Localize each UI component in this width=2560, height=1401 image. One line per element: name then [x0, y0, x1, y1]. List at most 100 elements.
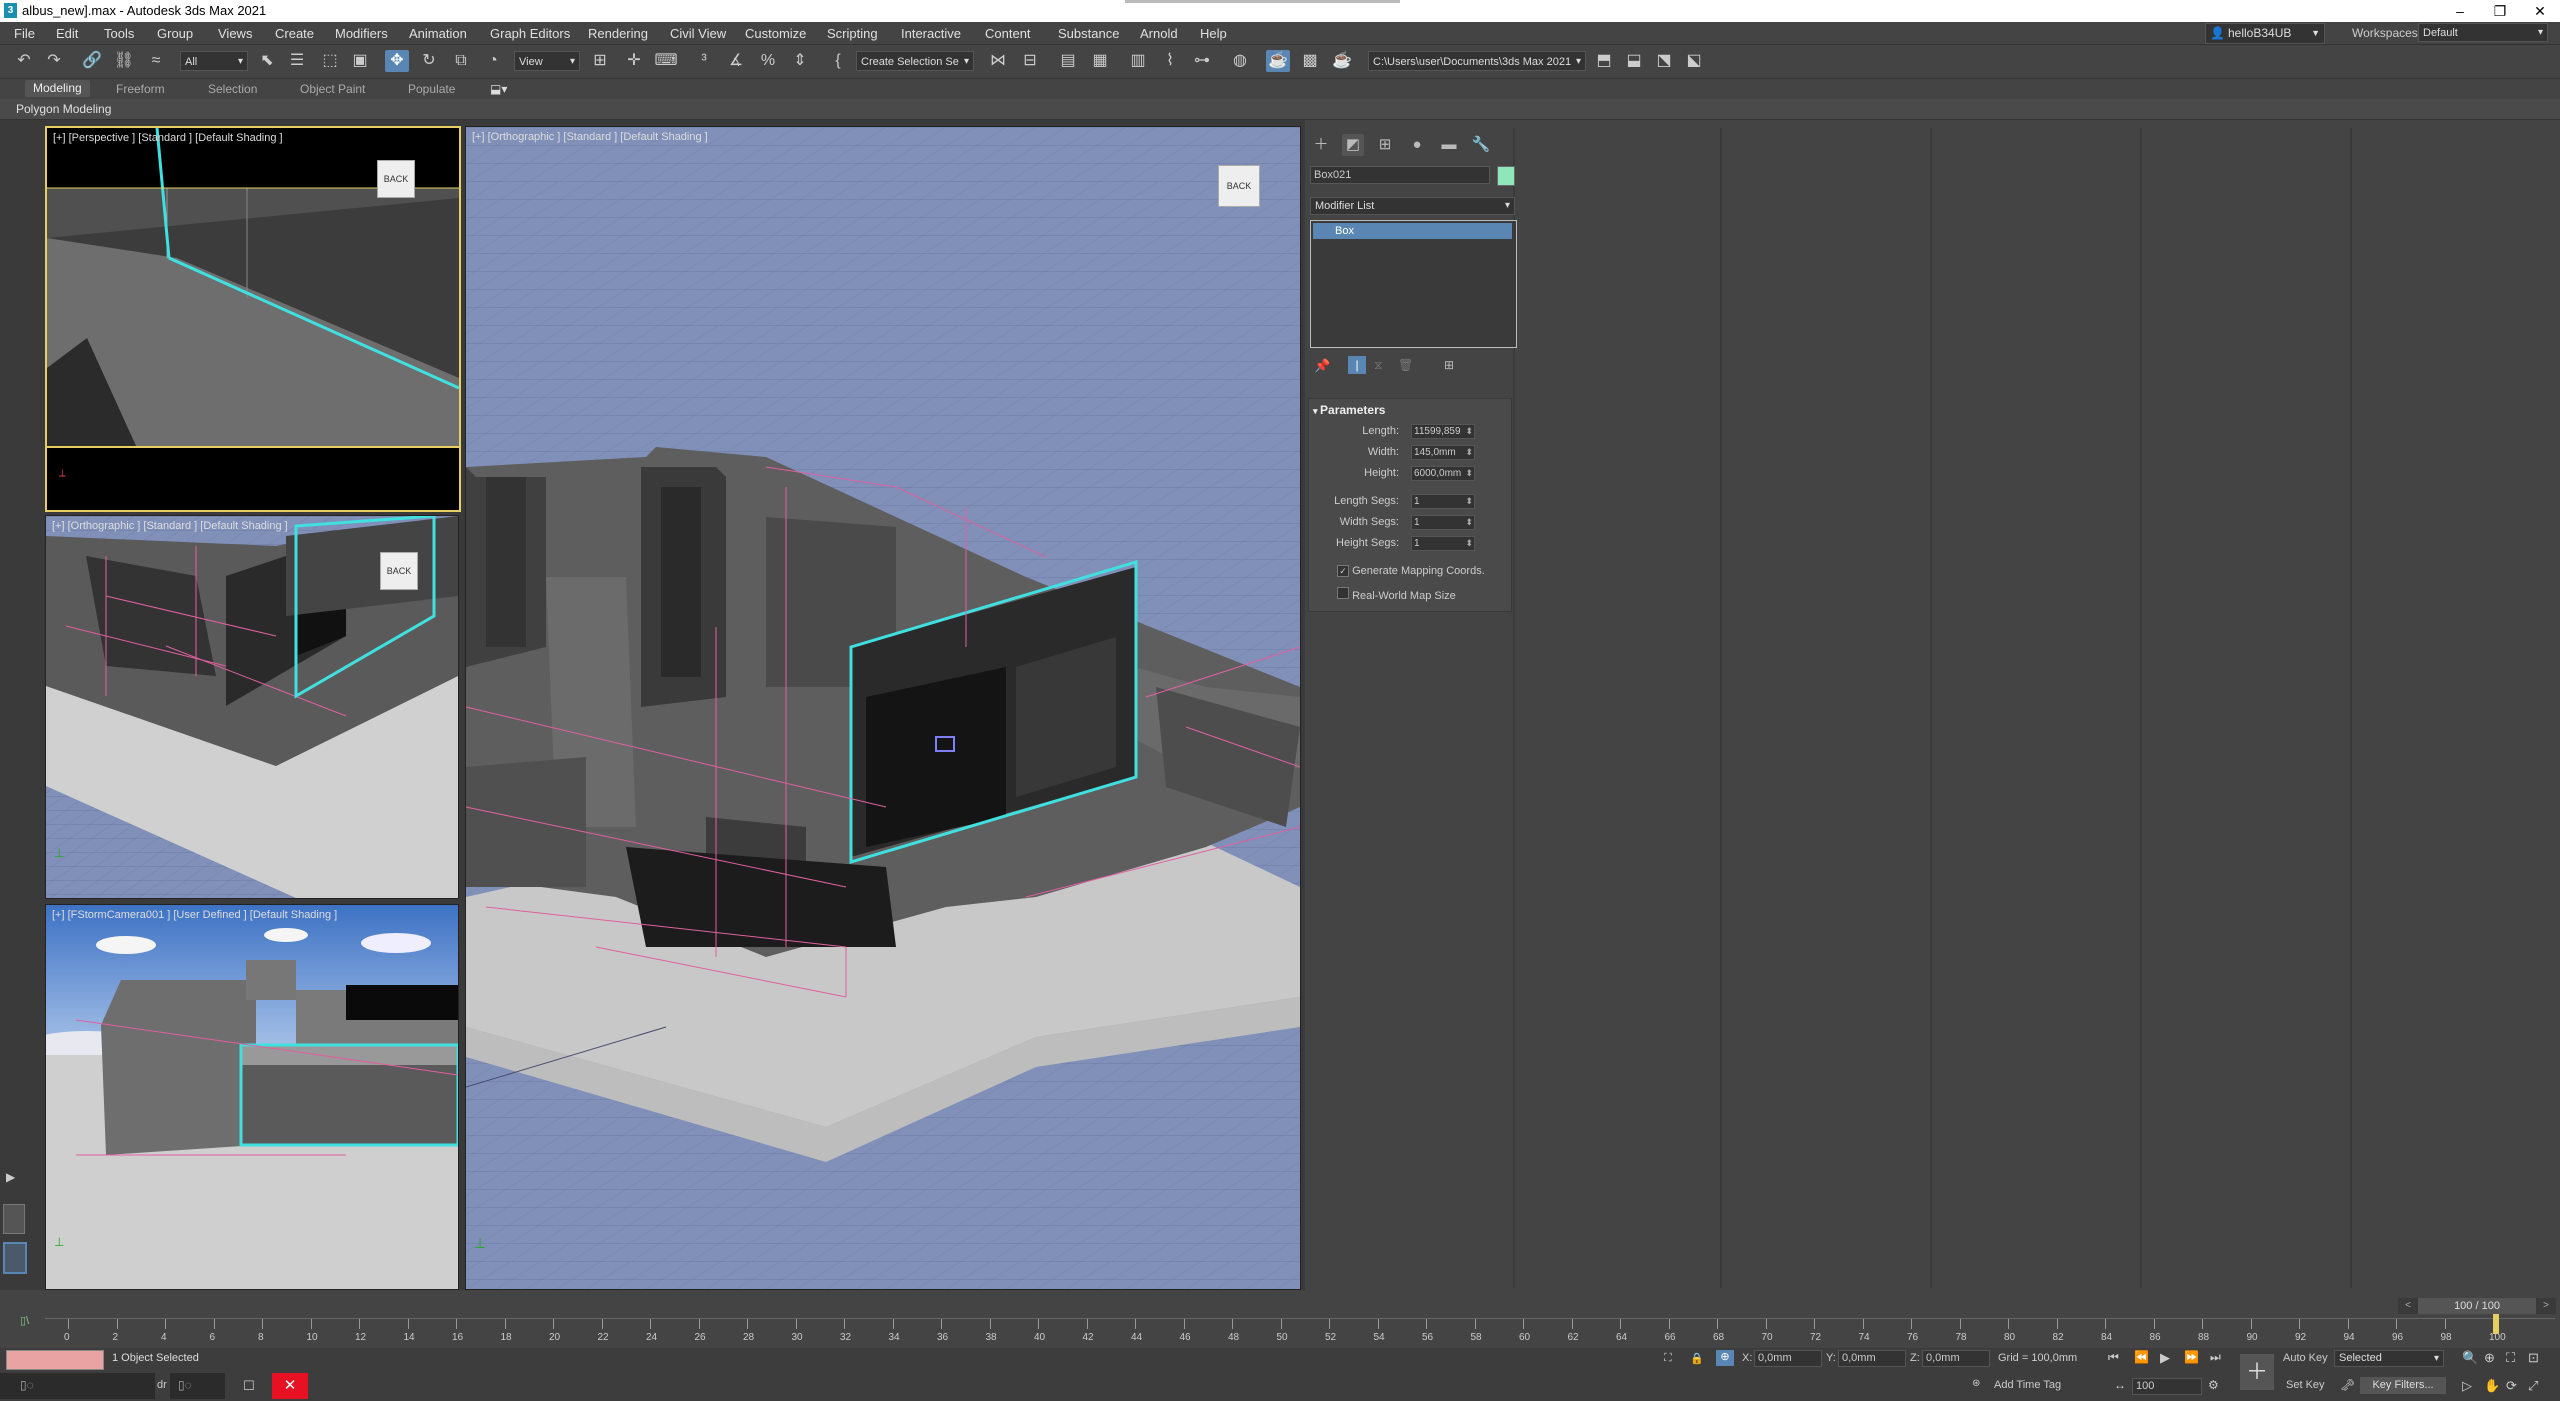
time-config-icon[interactable]: ↔ [2114, 1378, 2126, 1392]
rollout-header[interactable]: ▾ Parameters [1313, 403, 1385, 417]
set-key-mode-button[interactable]: Set Key [2286, 1379, 2325, 1391]
snaps-toggle-icon[interactable]: ³ [692, 50, 716, 72]
width-segs-spinner[interactable]: 1 [1411, 515, 1475, 530]
material-editor-icon[interactable]: ◍ [1228, 50, 1252, 72]
height-spinner[interactable]: 6000,0mm [1411, 466, 1475, 481]
modify-icon[interactable]: ◩ [1342, 134, 1364, 156]
schematic-view-icon[interactable]: ⊶ [1190, 50, 1214, 72]
field-of-view-icon[interactable]: ▷ [2462, 1378, 2472, 1394]
maximize-button[interactable]: ❐ [2480, 0, 2520, 22]
undo-icon[interactable]: ↶ [12, 50, 36, 72]
menu-file[interactable]: File [14, 26, 35, 41]
ribbon-tab-object-paint[interactable]: Object Paint [300, 82, 365, 96]
modifier-stack-item-box[interactable]: Box [1313, 223, 1512, 239]
menu-edit[interactable]: Edit [56, 26, 78, 41]
project-icon-3[interactable]: ⬔ [1652, 50, 1676, 72]
menu-graph-editors[interactable]: Graph Editors [490, 26, 570, 41]
close-button[interactable]: ✕ [2520, 0, 2560, 22]
scale-icon[interactable]: ⧉ [449, 50, 473, 72]
rotate-icon[interactable]: ↻ [417, 50, 441, 72]
width-spinner[interactable]: 145,0mm [1411, 445, 1475, 460]
viewport-camera[interactable]: [+] [FStormCamera001 ] [User Defined ] [… [45, 904, 459, 1290]
select-by-name-icon[interactable]: ☰ [285, 50, 309, 72]
place-icon[interactable]: ◔ [481, 50, 505, 72]
menu-content[interactable]: Content [985, 26, 1031, 41]
modifier-list-dropdown[interactable]: Modifier List [1310, 197, 1515, 215]
curve-editor-icon[interactable]: ⌇ [1158, 50, 1182, 72]
viewport-perspective[interactable]: [+] [Perspective ] [Standard ] [Default … [45, 126, 461, 512]
current-frame-marker[interactable] [2493, 1314, 2499, 1334]
zoom-extents-all-icon[interactable]: ⊡ [2528, 1350, 2539, 1366]
show-end-result-icon[interactable]: | [1348, 356, 1366, 374]
y-coordinate-field[interactable]: 0,0mm [1838, 1350, 1906, 1367]
reference-coordinate-dropdown[interactable]: View [514, 51, 580, 72]
percent-snap-icon[interactable]: % [756, 50, 780, 72]
add-time-tag-button[interactable]: Add Time Tag [1994, 1379, 2061, 1391]
viewcube-icon[interactable]: BACK [380, 552, 418, 590]
viewcube-icon[interactable]: BACK [377, 160, 415, 198]
absolute-mode-icon[interactable]: ⊕ [1716, 1350, 1734, 1366]
utilities-icon[interactable]: 🔧 [1470, 134, 1492, 156]
window-crossing-icon[interactable]: ▣ [348, 50, 372, 72]
x-coordinate-field[interactable]: 0,0mm [1754, 1350, 1822, 1367]
menu-scripting[interactable]: Scripting [827, 26, 878, 41]
auto-key-button[interactable]: Auto Key [2283, 1352, 2328, 1364]
viewcube-icon[interactable]: BACK [1218, 165, 1260, 207]
workspace-dropdown[interactable]: Default [2418, 23, 2548, 42]
motion-icon[interactable]: ● [1406, 134, 1428, 156]
taskbar-item-1[interactable]: ▯◌ [0, 1373, 155, 1399]
pan-view-icon[interactable]: ✋ [2484, 1378, 2500, 1394]
time-slider-prev-icon[interactable]: < [2398, 1298, 2418, 1314]
user-account-dropdown[interactable]: 👤 helloB34UB ▼ [2205, 23, 2325, 44]
zoom-all-icon[interactable]: ⊕ [2484, 1350, 2495, 1366]
taskbar-close-icon[interactable]: ✕ [272, 1373, 308, 1399]
height-segs-spinner[interactable]: 1 [1411, 536, 1475, 551]
selection-filter-dropdown[interactable]: All [180, 51, 248, 72]
current-frame-field[interactable]: 100 [2132, 1378, 2202, 1395]
ribbon-tab-freeform[interactable]: Freeform [116, 82, 165, 96]
display-icon[interactable]: ▬ [1438, 134, 1460, 156]
ribbon-panel-polygon-modeling[interactable]: Polygon Modeling [16, 102, 111, 116]
scene-explorer-icon[interactable]: ▤ [1056, 50, 1080, 72]
move-icon[interactable]: ✥ [385, 50, 409, 72]
align-icon[interactable]: ⊟ [1018, 50, 1042, 72]
selection-lock-icon[interactable]: 🔒 [1690, 1352, 1704, 1365]
select-manipulate-icon[interactable]: ✛ [622, 50, 646, 72]
hierarchy-icon[interactable]: ⊞ [1374, 134, 1396, 156]
object-color-swatch[interactable] [1497, 166, 1515, 186]
timeline[interactable]: < 100 / 100 > ▯\ 0 2 4 6 8 10 12 14 16 18 20 22 24 26… [0, 1292, 2560, 1347]
minimize-button[interactable]: – [2440, 0, 2480, 22]
ribbon-tab-modeling[interactable]: Modeling [25, 80, 90, 97]
menu-customize[interactable]: Customize [745, 26, 806, 41]
spinner-snap-icon[interactable]: ⇕ [788, 50, 812, 72]
menu-tools[interactable]: Tools [104, 26, 134, 41]
project-icon-4[interactable]: ⬕ [1682, 50, 1706, 72]
time-slider-next-icon[interactable]: > [2536, 1298, 2556, 1314]
track-bar-icon[interactable]: ▯\ [20, 1314, 29, 1327]
viewport-label-ortho-main[interactable]: [+] [Orthographic ] [Standard ] [Default… [472, 131, 708, 143]
menu-group[interactable]: Group [157, 26, 193, 41]
play-icon[interactable]: ▶ [2160, 1350, 2170, 1366]
pivot-center-icon[interactable]: ⊞ [588, 50, 612, 72]
maxscript-listener-mini[interactable] [6, 1350, 104, 1370]
viewport-orthographic-small[interactable]: [+] [Orthographic ] [Standard ] [Default… [45, 515, 459, 899]
viewport-label-perspective[interactable]: [+] [Perspective ] [Standard ] [Default … [53, 132, 283, 144]
viewport-label-ortho-small[interactable]: [+] [Orthographic ] [Standard ] [Default… [52, 520, 288, 532]
menu-create[interactable]: Create [275, 26, 314, 41]
redo-icon[interactable]: ↷ [42, 50, 66, 72]
menu-interactive[interactable]: Interactive [901, 26, 961, 41]
set-key-button[interactable]: ＋ [2240, 1354, 2274, 1390]
key-mode-icon[interactable]: ⚙ [2208, 1378, 2219, 1392]
rendered-frame-window-icon[interactable]: ▩ [1298, 50, 1322, 72]
rectangular-selection-icon[interactable]: ⬚ [318, 50, 342, 72]
next-frame-icon[interactable]: ⏩ [2184, 1350, 2199, 1364]
menu-animation[interactable]: Animation [409, 26, 467, 41]
menu-civil-view[interactable]: Civil View [670, 26, 726, 41]
expand-arrow-icon[interactable]: ▶ [6, 1170, 15, 1184]
key-icon[interactable]: 🗝 [2340, 1378, 2355, 1392]
previous-frame-icon[interactable]: ⏪ [2134, 1350, 2149, 1364]
taskbar-item-2[interactable]: ▯◌ [170, 1373, 225, 1399]
render-setup-icon[interactable]: ☕ [1266, 50, 1290, 72]
angle-snap-icon[interactable]: ∡ [724, 50, 748, 72]
named-selection-sets-dropdown[interactable]: Create Selection Se [856, 51, 974, 72]
